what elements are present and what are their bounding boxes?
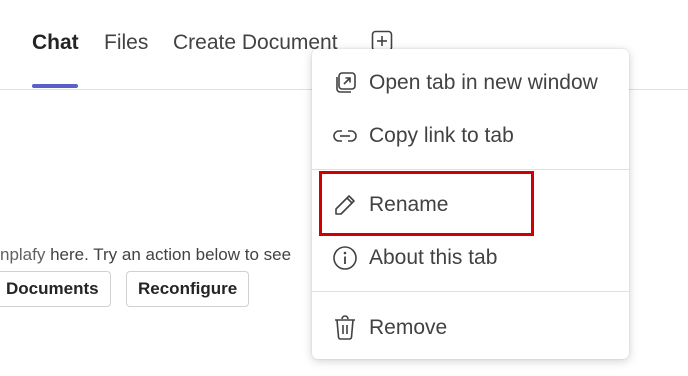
menu-item-label: Copy link to tab [369,124,514,147]
menu-item-copy-link[interactable]: Copy link to tab [312,110,629,162]
documents-button[interactable]: Documents [0,271,111,307]
menu-item-open-new-window[interactable]: Open tab in new window [312,57,629,109]
pencil-icon [332,192,358,218]
active-tab-indicator [32,84,78,88]
menu-item-label: Open tab in new window [369,71,598,94]
menu-item-about-tab[interactable]: About this tab [312,232,629,284]
menu-item-remove[interactable]: Remove [312,302,629,354]
tab-files[interactable]: Files [104,31,148,55]
menu-item-label: Remove [369,316,448,339]
menu-item-label: Rename [369,193,449,216]
trash-icon [332,315,358,341]
link-icon [332,123,358,149]
reconfigure-button[interactable]: Reconfigure [126,271,250,307]
menu-item-rename[interactable]: Rename [312,179,629,231]
content-description-text: here. Try an action below to see [45,245,292,264]
info-icon [332,245,358,271]
tab-context-menu: Open tab in new window Copy link to tab … [312,49,629,359]
open-new-window-icon [332,70,358,96]
menu-divider [312,291,629,292]
tab-chat[interactable]: Chat [32,31,79,55]
content-description: nplafy here. Try an action below to see [0,245,291,265]
app-name-fragment: nplafy [0,245,46,264]
menu-divider [312,169,629,170]
menu-item-label: About this tab [369,246,498,269]
